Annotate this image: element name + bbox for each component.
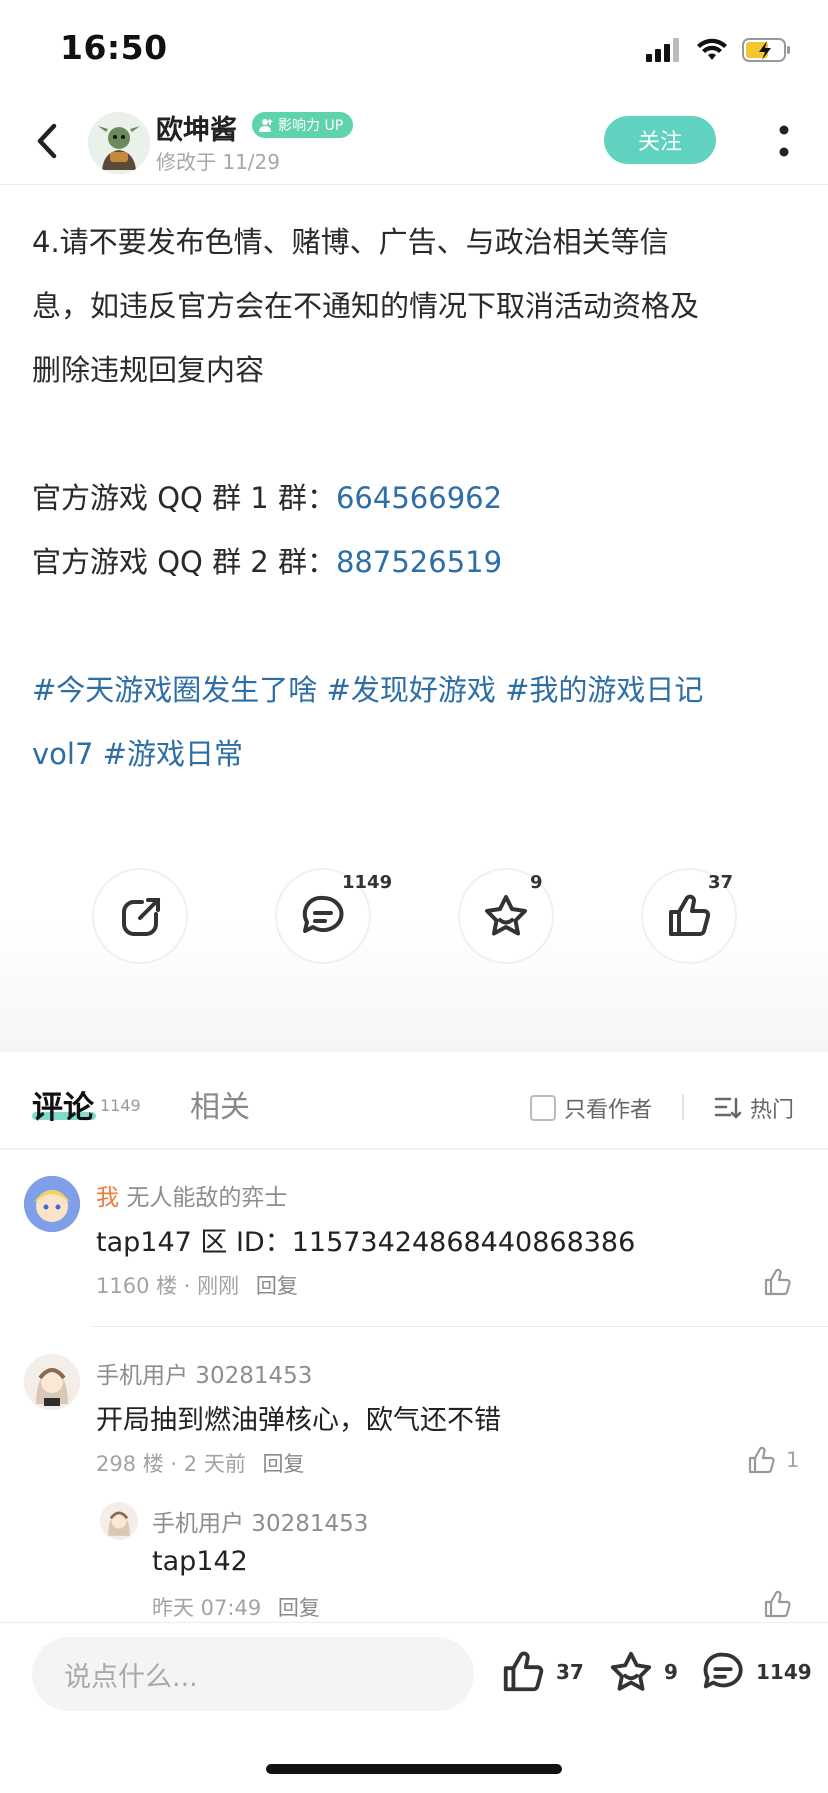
comment-section-divider — [0, 1148, 828, 1150]
comment-input[interactable]: 说点什么... — [32, 1637, 474, 1711]
article-rule-line: 删除违规回复内容 — [32, 353, 265, 387]
reply-meta: 昨天 07:49 回复 — [152, 1592, 320, 1622]
status-time: 16:50 — [60, 28, 168, 67]
user-up-icon — [259, 119, 273, 132]
comment-meta: 298 楼 · 2 天前 回复 — [96, 1448, 305, 1478]
author-avatar[interactable] — [88, 112, 150, 174]
topic-tag[interactable]: #我的游戏日记 — [505, 673, 703, 707]
more-vertical-icon — [779, 125, 789, 157]
comment-like-count: 1 — [786, 1448, 800, 1472]
battery-charging-icon — [742, 38, 790, 62]
comment-like-button[interactable] — [762, 1266, 794, 1302]
sort-hot-label: 热门 — [750, 1098, 795, 1123]
comment-author-name[interactable]: 手机用户 30281453 — [96, 1356, 312, 1390]
wifi-icon — [697, 38, 727, 60]
star-icon — [610, 1651, 652, 1691]
article-rule-line: 4.请不要发布色情、赌博、广告、与政治相关等信 — [32, 225, 669, 259]
bottom-like-button[interactable]: 37 — [500, 1649, 584, 1695]
comment-icon — [703, 1652, 743, 1689]
avatar[interactable] — [24, 1176, 80, 1232]
reply-text: tap142 — [152, 1546, 248, 1577]
thumbs-up-icon — [748, 1446, 775, 1474]
post-header: 欧坤酱 影响力 UP 修改于 11/29 关注 — [0, 100, 828, 185]
comment-author[interactable]: 我 无人能敌的弈士 — [96, 1178, 287, 1212]
comment-icon — [302, 895, 344, 933]
comment-floor-time: 298 楼 · 2 天前 — [96, 1452, 246, 1476]
thumbs-up-icon — [764, 1590, 791, 1618]
reply-author-name[interactable]: 手机用户 30281453 — [152, 1504, 368, 1538]
avatar-image — [24, 1176, 80, 1232]
author-only-label: 只看作者 — [564, 1098, 653, 1123]
comment-text: tap147 区 ID：115734248684408683​86 — [96, 1227, 636, 1258]
thumbs-up-icon — [503, 1651, 544, 1692]
avatar[interactable] — [24, 1354, 80, 1410]
topic-tag[interactable]: vol7 — [32, 737, 93, 771]
comment-like-button[interactable]: 1 — [746, 1444, 799, 1476]
qq-group-2-label: 官方游戏 QQ 群 2 群： — [32, 545, 336, 579]
avatar-image — [24, 1354, 80, 1410]
share-button[interactable] — [92, 868, 188, 964]
reply-button[interactable]: 回复 — [256, 1274, 298, 1298]
bottom-favorite-count: 9 — [664, 1660, 678, 1684]
comment-action-count: 1149 — [342, 872, 393, 893]
bottom-comment-button[interactable]: 1149 — [700, 1649, 812, 1695]
comment-meta: 1160 楼 · 刚刚 回复 — [96, 1270, 298, 1300]
reply-time: 昨天 07:49 — [152, 1596, 262, 1620]
reply-button[interactable]: 回复 — [278, 1596, 320, 1620]
bottom-comment-count: 1149 — [756, 1660, 812, 1684]
article-rule-line: 息，如违反官方会在不通知的情况下取消活动资格及 — [32, 289, 700, 323]
chevron-left-icon — [37, 123, 57, 159]
bottom-favorite-button[interactable]: 9 — [608, 1649, 678, 1695]
thumbs-up-icon — [669, 894, 711, 936]
reply-like-button[interactable] — [762, 1588, 794, 1624]
sort-hot-button[interactable]: 热门 — [714, 1092, 794, 1124]
avatar[interactable] — [100, 1502, 138, 1540]
comment-author-name: 无人能敌的弈士 — [126, 1185, 288, 1211]
tab-related[interactable]: 相关 — [190, 1082, 250, 1126]
more-options-button[interactable] — [772, 122, 796, 162]
status-icons — [646, 36, 792, 64]
topic-line: #今天游戏圈发生了啥 #发现好游戏 #我的游戏日记 — [32, 658, 703, 722]
thumbs-up-icon — [764, 1268, 791, 1296]
influence-badge: 影响力 UP — [252, 112, 354, 138]
influence-badge-label: 影响力 UP — [278, 118, 344, 134]
topic-line: vol7 #游戏日常 — [32, 722, 243, 786]
author-only-checkbox[interactable] — [530, 1095, 556, 1121]
author-only-toggle[interactable]: 只看作者 — [530, 1092, 652, 1124]
qq-group-1-label: 官方游戏 QQ 群 1 群： — [32, 481, 336, 515]
share-icon — [122, 898, 160, 936]
topic-tag[interactable]: #发现好游戏 — [327, 673, 496, 707]
qq-group-2: 官方游戏 QQ 群 2 群：887526519 — [32, 530, 502, 594]
comment-separator — [92, 1326, 828, 1327]
qq-group-1-number[interactable]: 664566962 — [336, 481, 502, 515]
avatar-image — [88, 112, 150, 174]
tab-comments[interactable]: 评论 — [32, 1082, 94, 1127]
comment-text: 开局抽到燃油弹核心，欧气还不错 — [96, 1405, 501, 1436]
qq-group-2-number[interactable]: 887526519 — [336, 545, 502, 579]
filter-divider — [682, 1094, 684, 1120]
modified-date: 修改于 11/29 — [156, 150, 280, 174]
topic-tag[interactable]: #今天游戏圈发生了啥 — [32, 673, 317, 707]
bottom-like-count: 37 — [556, 1660, 584, 1684]
comment-floor-time: 1160 楼 · 刚刚 — [96, 1274, 240, 1298]
follow-button[interactable]: 关注 — [604, 116, 716, 164]
topic-tag[interactable]: #游戏日常 — [103, 737, 243, 771]
author-name[interactable]: 欧坤酱 — [156, 108, 237, 147]
qq-group-1: 官方游戏 QQ 群 1 群：664566962 — [32, 466, 502, 530]
cellular-signal-icon — [646, 38, 679, 62]
reply-button[interactable]: 回复 — [263, 1452, 305, 1476]
star-icon — [485, 895, 527, 936]
me-tag: 我 — [96, 1185, 119, 1211]
tab-comments-count: 1149 — [100, 1096, 141, 1115]
avatar-image — [100, 1502, 138, 1540]
sort-icon — [714, 1097, 742, 1119]
back-button[interactable] — [26, 118, 72, 164]
like-action-count: 37 — [708, 872, 734, 893]
favorite-action-count: 9 — [530, 872, 543, 893]
home-indicator[interactable] — [266, 1764, 562, 1774]
